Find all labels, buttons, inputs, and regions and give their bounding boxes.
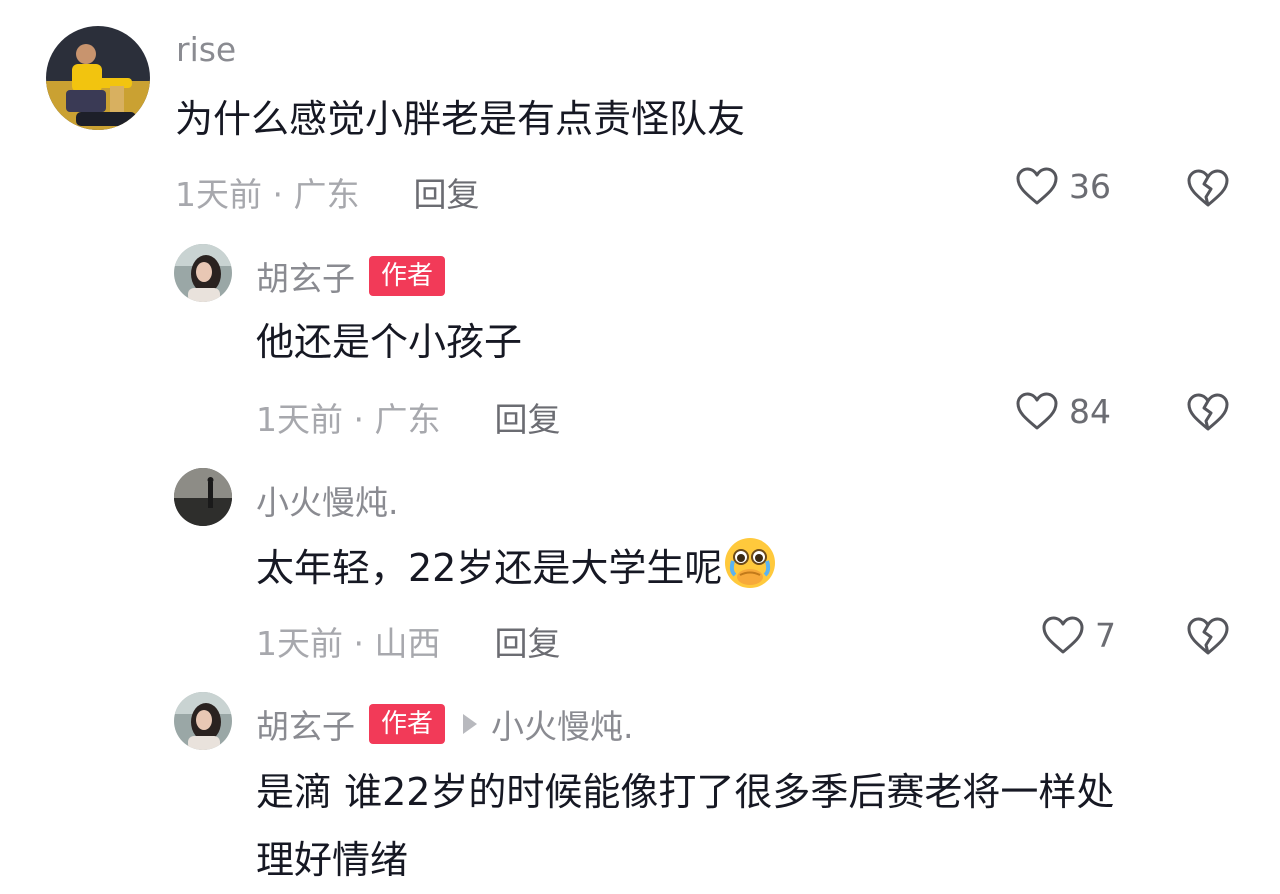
time-location: 1天前 · 山西: [256, 624, 441, 663]
broken-heart-icon[interactable]: [1186, 615, 1230, 657]
username[interactable]: 胡玄子 作者 小火慢炖.: [256, 700, 634, 748]
avatar[interactable]: [46, 26, 150, 130]
avatar[interactable]: [174, 692, 232, 750]
heart-icon: [1042, 616, 1084, 654]
like-button[interactable]: 7: [1041, 615, 1116, 655]
avatar[interactable]: [174, 244, 232, 302]
time-location: 1天前 · 广东: [256, 400, 441, 439]
like-count: 84: [1069, 391, 1111, 431]
like-button[interactable]: 84: [1015, 391, 1111, 431]
comment-meta: 1天前 · 广东 回复: [256, 393, 560, 441]
like-button[interactable]: 36: [1015, 166, 1111, 206]
reply-button[interactable]: 回复: [494, 617, 560, 665]
time-location: 1天前 · 广东: [175, 175, 360, 214]
reply-button[interactable]: 回复: [494, 393, 560, 441]
broken-heart-icon[interactable]: [1186, 167, 1230, 209]
reply-button[interactable]: 回复: [413, 168, 479, 216]
crying-face-emoji-icon: [725, 538, 776, 588]
username[interactable]: rise: [176, 30, 236, 69]
reply-to-username[interactable]: 小火慢炖.: [491, 700, 634, 748]
comment-text: 太年轻，22岁还是大学生呢: [256, 534, 778, 602]
comment-text-line: 是滴 谁22岁的时候能像打了很多季后赛老将一样处: [256, 770, 1115, 814]
comment-text: 他还是个小孩子: [256, 320, 523, 364]
like-count: 36: [1069, 166, 1111, 206]
reply-arrow-icon: [463, 714, 478, 734]
username[interactable]: 胡玄子 作者: [256, 252, 446, 300]
comment-text: 为什么感觉小胖老是有点责怪队友: [175, 97, 746, 141]
comment-text-line: 理好情绪: [256, 838, 409, 882]
heart-icon: [1016, 167, 1058, 205]
username[interactable]: 小火慢炖.: [256, 476, 399, 524]
broken-heart-icon[interactable]: [1186, 391, 1230, 433]
author-badge: 作者: [369, 704, 446, 744]
comment-meta: 1天前 · 山西 回复: [256, 617, 560, 665]
like-count: 7: [1095, 615, 1116, 655]
heart-icon: [1016, 392, 1058, 430]
username-text: 胡玄子: [256, 707, 355, 746]
comment-text-content: 太年轻，22岁还是大学生呢: [256, 546, 723, 590]
author-badge: 作者: [369, 256, 446, 296]
username-text: 胡玄子: [256, 259, 355, 298]
avatar[interactable]: [174, 468, 232, 526]
comment-meta: 1天前 · 广东 回复: [175, 168, 479, 216]
